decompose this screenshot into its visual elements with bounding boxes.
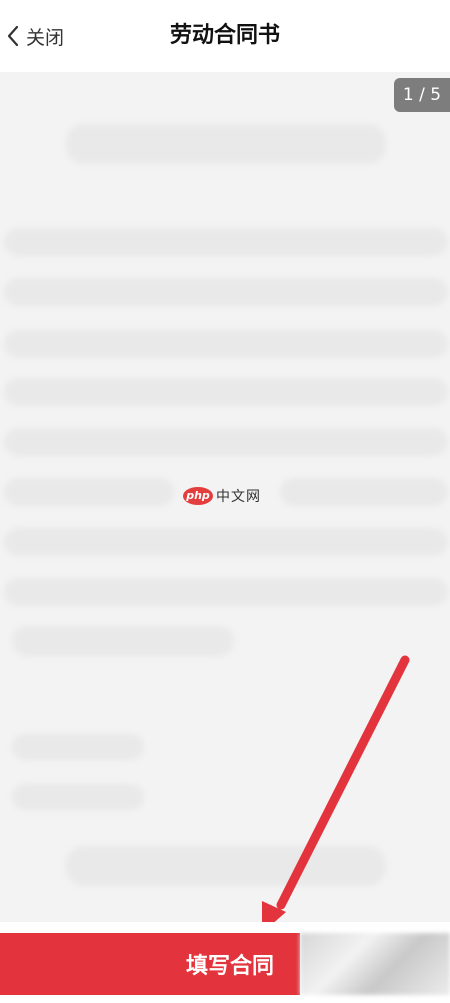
blurred-text-line bbox=[66, 846, 386, 886]
fill-contract-button[interactable]: 填写合同 bbox=[0, 933, 300, 995]
blurred-text-line bbox=[4, 578, 448, 606]
blurred-text-line bbox=[12, 784, 144, 810]
bottom-action-bar: 填写合同 bbox=[0, 922, 450, 1003]
contract-document-viewer[interactable]: 1 / 5 php 中文网 bbox=[0, 72, 450, 922]
secondary-action-button[interactable] bbox=[300, 933, 450, 995]
blurred-text-line bbox=[12, 734, 144, 760]
page-title: 劳动合同书 bbox=[169, 23, 280, 48]
blurred-text-line bbox=[4, 278, 448, 306]
blurred-text-line bbox=[4, 428, 448, 456]
watermark-text: 中文网 bbox=[216, 489, 261, 505]
watermark-logo: php bbox=[183, 487, 213, 505]
blurred-text-line bbox=[4, 228, 448, 256]
site-watermark: php 中文网 bbox=[183, 486, 261, 506]
blurred-text-line bbox=[4, 330, 448, 358]
top-bar: 关闭 劳动合同书 bbox=[0, 0, 450, 72]
blurred-text-line bbox=[4, 378, 448, 406]
blurred-text-line bbox=[4, 528, 448, 556]
blurred-text-line bbox=[12, 626, 234, 656]
blurred-text-line bbox=[4, 478, 174, 506]
fill-contract-label: 填写合同 bbox=[185, 954, 274, 979]
blurred-text-line bbox=[66, 124, 386, 164]
page-indicator: 1 / 5 bbox=[394, 78, 450, 112]
blurred-text-line bbox=[280, 478, 448, 506]
